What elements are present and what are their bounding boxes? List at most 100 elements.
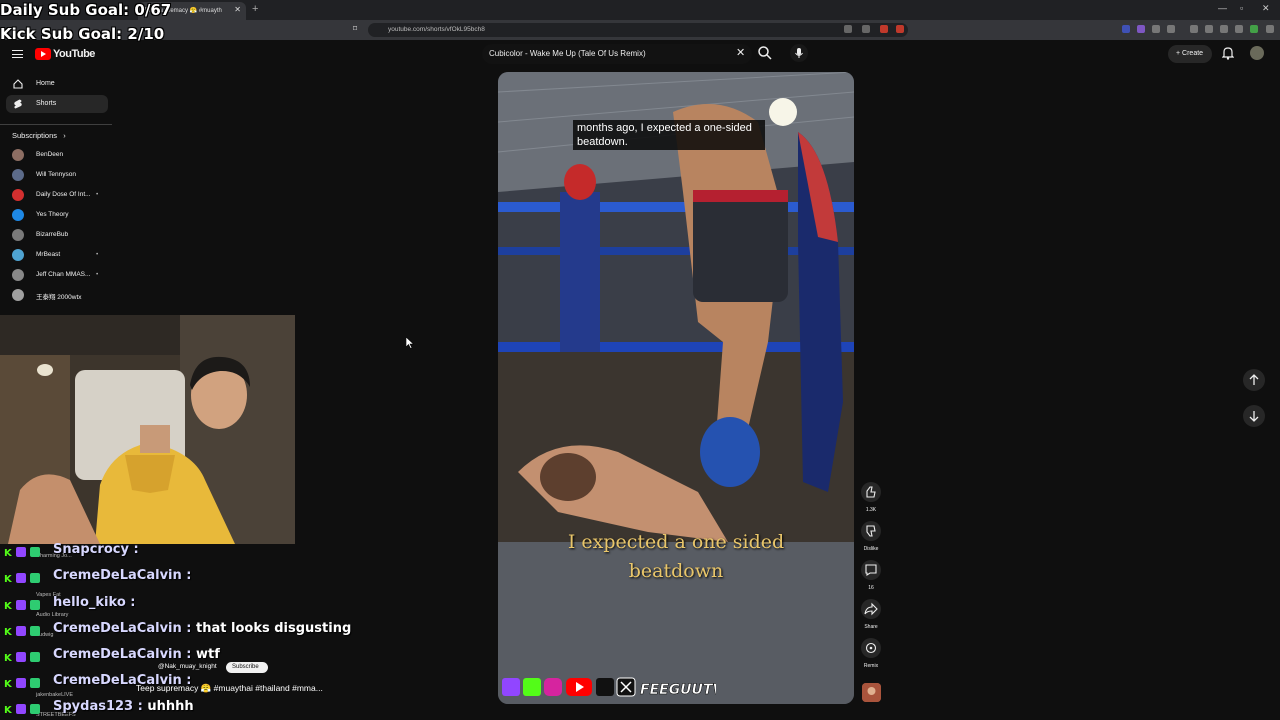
sidebar-divider [0,124,112,125]
extension-icon[interactable] [1220,25,1228,33]
chat-username: CremeDeLaCalvin : [53,568,191,583]
chat-username: Snapcrocy : [53,542,139,557]
chat-badges-icon: K [4,650,50,664]
channel-name: 王泰翔 2000wtx [36,294,82,301]
shorts-video-player[interactable] [498,72,854,704]
extension-icon[interactable] [844,25,852,33]
new-content-dot: • [96,191,99,198]
previous-short-button[interactable] [1243,369,1265,391]
clear-search-icon[interactable]: ✕ [736,46,745,59]
short-title[interactable]: Teep supremacy 😤 #muaythai #thailand #mm… [136,683,323,694]
svg-text:K: K [4,601,13,611]
extension-icon[interactable] [1205,25,1213,33]
next-short-button[interactable] [1243,405,1265,427]
video-frame-image [498,72,854,704]
minimize-icon[interactable]: — [1218,3,1227,13]
menu-icon[interactable] [1266,25,1274,33]
youtube-logo-icon[interactable] [35,48,51,60]
youtube-logo-text[interactable]: YouTube [53,48,95,60]
daily-sub-goal: Daily Sub Goal: 0/67 [0,1,172,19]
sidebar-subscription-item[interactable]: Will Tennyson [10,168,110,184]
hamburger-menu-icon[interactable] [12,50,23,58]
share-label: Share [864,624,878,630]
video-caption: months ago, I expected a one-sided beatd… [573,120,765,150]
sidebar-item-home[interactable]: Home [6,75,108,93]
chat-ghost-label: jakenbakeLIVE [36,692,73,698]
sidebar-item-shorts[interactable]: Shorts [6,95,108,113]
new-content-dot: • [96,271,99,278]
maximize-icon[interactable]: ▫ [1240,3,1243,13]
channel-name: MrBeast [36,251,61,258]
chat-message-text: that looks disgusting [196,621,352,636]
sidebar-subscription-item[interactable]: BizarreBub [10,228,110,244]
extension-icon[interactable] [1235,25,1243,33]
extension-icon[interactable] [1152,25,1160,33]
extension-icon[interactable] [896,25,904,33]
extension-icon[interactable] [1137,25,1145,33]
subscribe-button[interactable]: Subscribe [226,662,268,673]
comment-icon [861,560,881,580]
extension-icon[interactable] [880,25,888,33]
notifications-bell-icon[interactable] [1222,46,1234,60]
new-content-dot: • [96,251,99,258]
channel-avatar [12,209,24,221]
sidebar-subscription-item[interactable]: Jeff Chan MMAS... • [10,268,110,284]
sidebar-subscription-item[interactable]: 王泰翔 2000wtx [10,288,110,304]
mouse-cursor-icon [406,337,414,349]
remix-label: Remix [863,663,879,669]
new-tab-icon[interactable]: + [252,3,258,15]
extension-icon[interactable] [1250,25,1258,33]
sidebar-subscription-item[interactable]: BenDeen [10,148,110,164]
sidebar-item-label: Shorts [36,100,57,107]
close-window-icon[interactable]: ✕ [1262,3,1270,14]
youtube-header: YouTube Cubicolor - Wake Me Up (Tale Of … [0,40,1280,70]
extension-icon[interactable] [862,25,870,33]
thumbs-up-icon [861,482,881,502]
svg-text:K: K [4,627,13,637]
sidebar-subscription-item[interactable]: Yes Theory [10,208,110,224]
browser-tab-strip: Teep supremacy 😤 #muayth ✕ + — ▫ ✕ [0,0,1280,20]
subscriptions-label: Subscriptions [12,131,58,140]
search-value: Cubicolor - Wake Me Up (Tale Of Us Remix… [489,49,646,58]
chat-badges-icon: K [4,571,50,585]
subscriptions-heading[interactable]: Subscriptions › [12,131,66,140]
search-icon[interactable] [757,45,773,61]
chat-username-text: CremeDeLaCalvin : [53,621,192,636]
webcam-image [0,315,295,544]
chat-badges-icon: K [4,598,50,612]
channel-name: BizarreBub [36,231,69,238]
chat-username: Spydas123 : uhhhh [53,699,194,714]
watermark-text: FEEGUUTV [640,682,716,698]
sidebar-subscription-item[interactable]: Daily Dose Of Int... • [10,188,110,204]
url-field[interactable]: youtube.com/shorts/vfOkL95bch8 [368,23,908,37]
account-avatar[interactable] [1250,46,1264,60]
channel-avatar [12,269,24,281]
channel-avatar [12,189,24,201]
short-channel-handle[interactable]: @Nak_muay_knight [158,663,217,670]
chat-username: CremeDeLaCalvin : wtf [53,647,220,662]
search-input[interactable]: Cubicolor - Wake Me Up (Tale Of Us Remix… [482,44,752,64]
sound-thumbnail[interactable] [862,683,881,702]
chat-username-text: CremeDeLaCalvin : [53,568,192,583]
sidebar-subscription-item[interactable]: MrBeast • [10,248,110,264]
channel-avatar [12,229,24,241]
chat-username-text: CremeDeLaCalvin : [53,647,192,662]
channel-name: Will Tennyson [36,171,76,178]
extension-icon[interactable] [1190,25,1198,33]
channel-avatar [12,289,24,301]
chevron-right-icon: › [59,131,66,140]
create-button[interactable]: + Create [1168,45,1212,63]
extension-icon[interactable] [1167,25,1175,33]
create-label: Create [1182,50,1204,57]
svg-text:K: K [4,653,13,663]
chat-badges-icon: K [4,624,50,638]
close-tab-icon[interactable]: ✕ [234,5,241,14]
extension-icon[interactable] [1122,25,1130,33]
channel-avatar [12,149,24,161]
bookmark-icon[interactable]: ⌑ [353,24,357,33]
chat-username-text: hello_kiko : [53,595,136,610]
chat-username-text: Snapcrocy : [53,542,139,557]
microphone-icon[interactable] [790,44,808,62]
thumbs-down-icon [861,521,881,541]
like-count: 1.3K [865,507,877,513]
